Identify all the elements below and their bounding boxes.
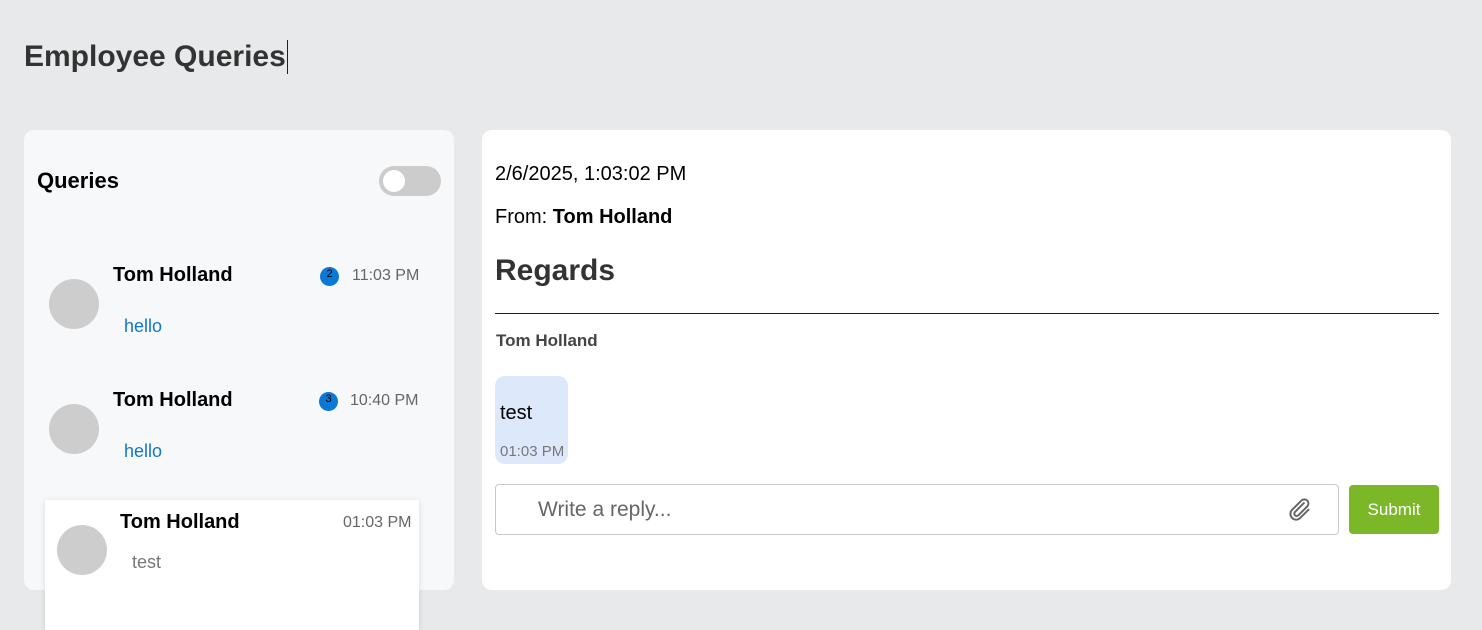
toggle-knob — [383, 170, 405, 192]
queries-toggle[interactable] — [379, 166, 441, 196]
message-sender: Tom Holland — [496, 331, 598, 350]
from-name: Tom Holland — [552, 206, 673, 228]
message-time: 01:03 PM — [500, 443, 565, 460]
query-sender-name: Tom Holland — [120, 511, 240, 533]
query-preview: hello — [124, 316, 163, 336]
unread-badge: 2 — [320, 267, 339, 286]
avatar — [49, 279, 99, 329]
submit-button[interactable]: Submit — [1349, 485, 1439, 534]
queries-title: Queries — [37, 168, 119, 193]
message-bubble: test 01:03 PM — [495, 376, 568, 464]
query-preview: hello — [124, 441, 163, 461]
query-time: 01:03 PM — [343, 514, 412, 531]
avatar — [57, 525, 107, 575]
query-datetime: 2/6/2025, 1:03:02 PM — [495, 163, 687, 185]
page-title-text: Employee Queries — [24, 40, 286, 73]
from-label: From: — [495, 206, 548, 228]
unread-badge: 3 — [319, 392, 338, 411]
query-preview: test — [132, 552, 162, 572]
queries-header: Queries — [37, 166, 441, 196]
page-title: Employee Queries — [24, 40, 288, 74]
query-list-item-selected[interactable]: Tom Holland 01:03 PM test — [45, 500, 419, 630]
reply-input[interactable] — [496, 485, 1276, 534]
query-time: 11:03 PM — [352, 267, 420, 284]
reply-box — [495, 484, 1339, 535]
query-list-item[interactable]: Tom Holland 2 11:03 PM hello — [48, 254, 420, 354]
query-detail-panel: 2/6/2025, 1:03:02 PM From: Tom Holland R… — [482, 130, 1451, 590]
divider — [495, 313, 1439, 314]
query-list-item[interactable]: Tom Holland 3 10:40 PM hello — [48, 379, 420, 479]
query-time: 10:40 PM — [350, 392, 419, 409]
avatar — [49, 404, 99, 454]
paperclip-icon[interactable] — [1286, 496, 1312, 522]
query-sender-name: Tom Holland — [113, 264, 233, 286]
message-text: test — [500, 402, 533, 424]
query-from: From: Tom Holland — [495, 206, 672, 229]
query-sender-name: Tom Holland — [113, 389, 233, 411]
queries-panel: Queries Tom Holland 2 11:03 PM hello Tom… — [24, 130, 454, 630]
query-subject: Regards — [495, 254, 616, 287]
text-caret — [286, 40, 288, 74]
